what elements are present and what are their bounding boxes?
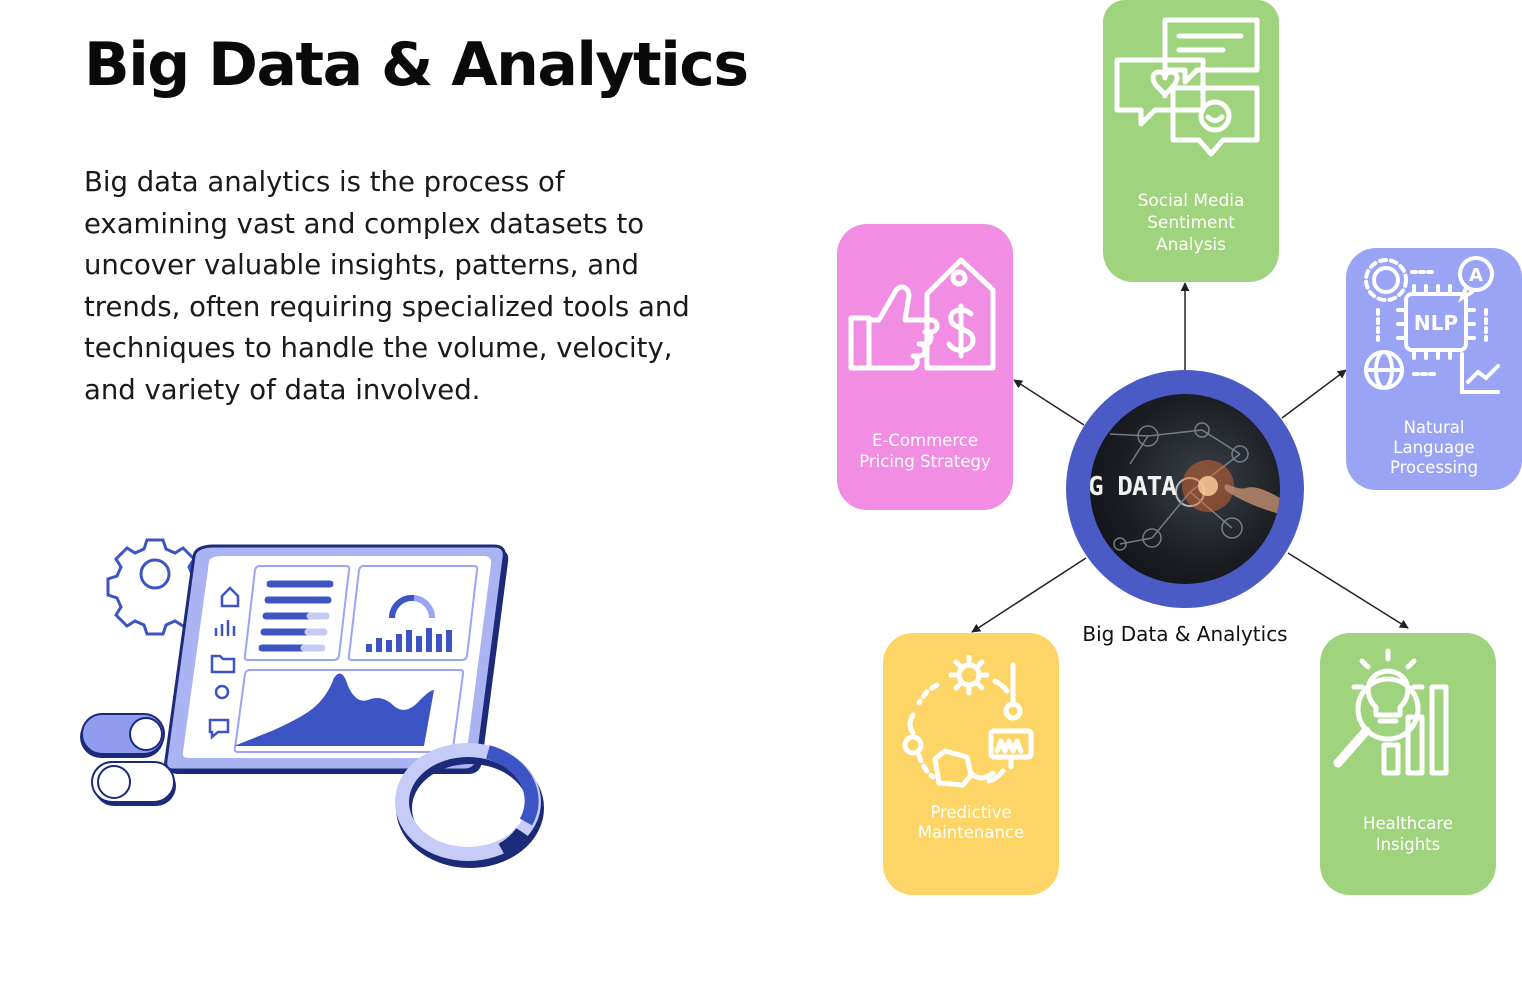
- svg-text:NLP: NLP: [1414, 311, 1458, 335]
- svg-text:A: A: [1469, 265, 1483, 286]
- nlp-chip-icon: A NLP: [1364, 256, 1500, 394]
- arrow-to-nlp: [1281, 369, 1347, 419]
- maintenance-cycle-icon: [902, 655, 1034, 788]
- card-predictive-maintenance-label: Predictive Maintenance: [917, 803, 1025, 842]
- hub-image-text: G DATA: [1090, 472, 1177, 502]
- thumbs-up-price-tag-icon: [848, 257, 996, 371]
- insights-bulb-chart-icon: [1333, 648, 1449, 776]
- card-social-media-label: Social Media Sentiment Analysis: [1137, 191, 1245, 255]
- card-predictive-maintenance: Predictive Maintenance: [883, 633, 1059, 895]
- hub-caption: Big Data & Analytics: [1082, 622, 1288, 646]
- arrow-to-predictive: [971, 557, 1087, 633]
- chat-bubbles-icon: [1114, 17, 1260, 157]
- hub-image: G DATA: [1090, 394, 1280, 584]
- card-social-media: Social Media Sentiment Analysis: [1103, 0, 1279, 282]
- card-nlp: A NLP Natural Language Processing: [1346, 248, 1522, 490]
- card-nlp-label: Natural Language Processing: [1389, 418, 1479, 477]
- toggle-on-icon: [80, 713, 165, 758]
- tablet-device: [164, 544, 509, 774]
- card-ecommerce-label: E-Commerce Pricing Strategy: [859, 431, 991, 471]
- toggle-off-icon: [91, 761, 176, 806]
- card-healthcare: Healthcare Insights: [1320, 633, 1496, 895]
- card-ecommerce: E-Commerce Pricing Strategy: [837, 224, 1013, 510]
- card-healthcare-label: Healthcare Insights: [1363, 814, 1453, 854]
- arrow-to-ecommerce: [1013, 379, 1085, 426]
- arrow-to-healthcare: [1287, 552, 1409, 629]
- dashboard-tablet-illustration: [80, 538, 544, 868]
